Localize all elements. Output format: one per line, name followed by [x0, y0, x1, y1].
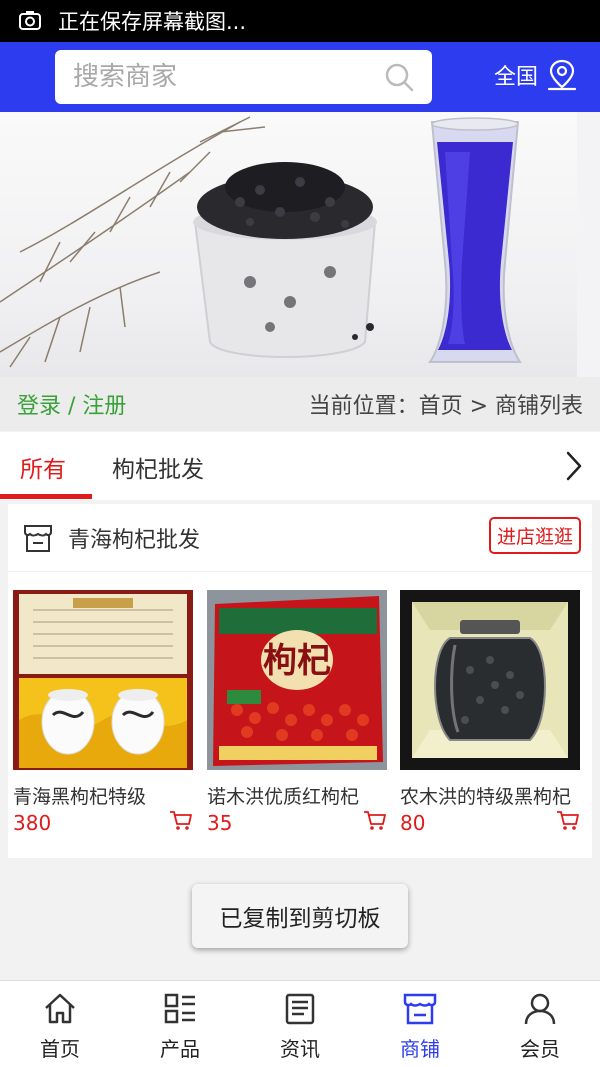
- category-tabs: 所有 枸杞批发: [0, 432, 600, 500]
- product-card[interactable]: 枸杞 诺木洪优质红枸杞 35: [207, 590, 387, 835]
- region-label: 全国: [494, 65, 539, 90]
- store-icon: [403, 993, 437, 1025]
- product-image[interactable]: [13, 590, 193, 770]
- product-name[interactable]: 农木洪的特级黑枸杞: [400, 782, 580, 809]
- product-card[interactable]: 青海黑枸杞特级 380: [13, 590, 193, 835]
- current-location: 当前位置：首页 > 商铺列表: [308, 394, 583, 419]
- shop-name[interactable]: 青海枸杞批发: [68, 522, 200, 554]
- products-icon: [164, 993, 195, 1024]
- product-price: 35: [207, 811, 233, 835]
- svg-text:枸杞: 枸杞: [263, 641, 331, 681]
- cart-icon[interactable]: [556, 809, 580, 831]
- nav-label: 商铺: [400, 1037, 440, 1061]
- visit-shop-button[interactable]: 进店逛逛: [488, 517, 581, 554]
- home-icon: [45, 993, 75, 1024]
- region-selector[interactable]: 全国: [494, 58, 578, 92]
- cart-icon[interactable]: [169, 809, 193, 831]
- shop-header: 青海枸杞批发 进店逛逛: [8, 504, 592, 572]
- nav-item-stores[interactable]: 商铺: [360, 981, 480, 1067]
- status-bar: 正在保存屏幕截图...: [0, 0, 600, 42]
- tab-goji-wholesale[interactable]: 枸杞批发: [112, 450, 204, 484]
- product-image[interactable]: 枸杞: [207, 590, 387, 770]
- product-name[interactable]: 青海黑枸杞特级: [13, 782, 193, 809]
- product-price: 380: [13, 811, 52, 835]
- location-pin-icon: [547, 59, 577, 91]
- toast-message: 已复制到剪切板: [192, 884, 408, 948]
- store-icon: [24, 524, 52, 552]
- tab-all[interactable]: 所有: [20, 450, 66, 484]
- banner-illustration: [0, 112, 600, 377]
- product-card[interactable]: 农木洪的特级黑枸杞 80: [400, 590, 580, 835]
- banner-image[interactable]: [0, 112, 600, 377]
- nav-item-products[interactable]: 产品: [120, 981, 240, 1067]
- product-name[interactable]: 诺木洪优质红枸杞: [207, 782, 387, 809]
- product-price: 80: [400, 811, 426, 835]
- user-icon: [524, 993, 556, 1025]
- nav-label: 资讯: [280, 1037, 320, 1061]
- search-icon[interactable]: [384, 62, 414, 92]
- product-image[interactable]: [400, 590, 580, 770]
- login-register-link[interactable]: 登录 / 注册: [17, 388, 126, 420]
- news-icon: [285, 993, 315, 1025]
- header: 全国: [0, 42, 600, 112]
- nav-item-news[interactable]: 资讯: [240, 981, 360, 1067]
- active-tab-indicator: [0, 494, 92, 499]
- nav-label: 首页: [40, 1037, 80, 1061]
- shop-card: 青海枸杞批发 进店逛逛 青海黑枸杞特级 380 枸杞 诺木洪优质红枸杞 35 农…: [8, 504, 592, 858]
- breadcrumb: 登录 / 注册 当前位置：首页 > 商铺列表: [0, 377, 600, 431]
- search-box[interactable]: [55, 50, 432, 104]
- nav-item-home[interactable]: 首页: [0, 981, 120, 1067]
- nav-label: 会员: [520, 1037, 560, 1061]
- screenshot-icon: [19, 11, 41, 30]
- status-text: 正在保存屏幕截图...: [58, 10, 247, 34]
- nav-item-member[interactable]: 会员: [480, 981, 600, 1067]
- chevron-right-icon[interactable]: [564, 450, 584, 482]
- bottom-nav: 首页 产品 资讯 商铺 会员: [0, 980, 600, 1067]
- nav-label: 产品: [160, 1037, 200, 1061]
- cart-icon[interactable]: [363, 809, 387, 831]
- search-input[interactable]: [73, 62, 373, 92]
